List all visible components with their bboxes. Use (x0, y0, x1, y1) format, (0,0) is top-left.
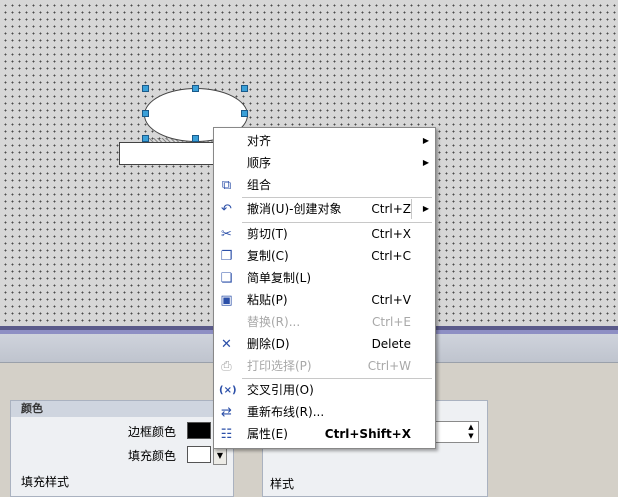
copy-icon: ❐ (220, 249, 233, 264)
color-section-title: 颜色 (11, 401, 243, 417)
rectangle-shape[interactable] (119, 142, 221, 165)
menu-item-cut[interactable]: ✂ 剪切(T) Ctrl+X (214, 223, 435, 245)
menu-item-shortcut: Ctrl+Z (371, 202, 411, 216)
submenu-arrow-icon: ▶ (422, 158, 429, 167)
menu-item-delete[interactable]: ✕ 删除(D) Delete (214, 333, 435, 355)
group-icon: ⧉ (221, 178, 232, 193)
menu-item-print-selection[interactable]: ⎙ 打印选择(P) Ctrl+W (214, 355, 435, 377)
menu-item-label: 粘贴(P) (247, 293, 288, 307)
menu-item-align[interactable]: 对齐 ▶ (214, 130, 435, 152)
scissors-icon: ✂ (221, 227, 232, 242)
rewire-icon: ⇄ (221, 405, 232, 420)
menu-item-label: 剪切(T) (247, 227, 288, 241)
menu-item-label: 顺序 (247, 156, 272, 170)
menu-item-undo[interactable]: ↶ 撤消(U)-创建对象 Ctrl+Z ▶ (214, 198, 435, 220)
properties-icon: ☷ (220, 427, 233, 442)
spin-up-icon[interactable]: ▲ (465, 423, 477, 431)
menu-item-shortcut: Ctrl+Shift+X (324, 427, 411, 441)
paste-icon: ▣ (220, 293, 233, 308)
menu-item-shortcut: Delete (371, 337, 411, 351)
fill-color-label: 填充颜色 (128, 449, 177, 463)
selection-handle[interactable] (192, 85, 199, 92)
selection-handle[interactable] (142, 85, 149, 92)
fill-color-swatch[interactable] (187, 446, 211, 463)
spin-down-icon[interactable]: ▼ (465, 432, 477, 440)
menu-item-replace[interactable]: 替换(R)... Ctrl+E (214, 311, 435, 333)
menu-item-shortcut: Ctrl+X (371, 227, 411, 241)
context-menu: 对齐 ▶ 顺序 ▶ ⧉ 组合 ↶ 撤消(U)-创建对象 Ctrl+Z ▶ ✂ 剪… (213, 127, 436, 449)
style-label: 样式 (270, 477, 295, 491)
menu-item-group[interactable]: ⧉ 组合 (214, 174, 435, 196)
selection-handle[interactable] (192, 135, 199, 142)
menu-item-paste[interactable]: ▣ 粘贴(P) Ctrl+V (214, 289, 435, 311)
delete-icon: ✕ (221, 337, 232, 352)
menu-item-label: 属性(E) (247, 427, 288, 441)
cross-reference-icon: (×) (219, 385, 237, 396)
menu-item-rewire[interactable]: ⇄ 重新布线(R)... (214, 401, 435, 423)
selection-handle[interactable] (241, 85, 248, 92)
menu-item-shortcut: Ctrl+W (367, 359, 411, 373)
menu-item-label: 组合 (247, 178, 272, 192)
border-color-swatch[interactable] (187, 422, 211, 439)
menu-item-order[interactable]: 顺序 ▶ (214, 152, 435, 174)
menu-item-simple-copy[interactable]: ❏ 简单复制(L) (214, 267, 435, 289)
border-color-label: 边框颜色 (128, 425, 177, 439)
submenu-arrow-icon: ▶ (422, 204, 429, 213)
menu-item-shortcut: Ctrl+E (372, 315, 411, 329)
menu-item-label: 复制(C) (247, 249, 289, 263)
fill-style-label: 填充样式 (21, 475, 70, 489)
menu-item-label: 交叉引用(O) (247, 383, 314, 397)
menu-item-label: 打印选择(P) (247, 359, 312, 373)
menu-item-label: 替换(R)... (247, 315, 301, 329)
menu-item-copy[interactable]: ❐ 复制(C) Ctrl+C (214, 245, 435, 267)
selection-handle[interactable] (241, 110, 248, 117)
selection-handle[interactable] (142, 135, 149, 142)
submenu-arrow-icon: ▶ (422, 136, 429, 145)
numeric-spin-field[interactable]: ▲ ▼ (435, 421, 479, 443)
menu-item-label: 对齐 (247, 134, 272, 148)
selection-handle[interactable] (142, 110, 149, 117)
print-icon: ⎙ (221, 359, 232, 374)
menu-vertical-separator (411, 199, 412, 219)
menu-item-shortcut: Ctrl+C (371, 249, 411, 263)
menu-item-properties[interactable]: ☷ 属性(E) Ctrl+Shift+X (214, 423, 435, 445)
menu-item-label: 简单复制(L) (247, 271, 312, 285)
menu-item-label: 撤消(U)-创建对象 (247, 202, 342, 216)
undo-icon: ↶ (221, 202, 232, 217)
menu-item-label: 重新布线(R)... (247, 405, 325, 419)
menu-item-label: 删除(D) (247, 337, 290, 351)
simple-copy-icon: ❏ (220, 271, 233, 286)
menu-item-cross-reference[interactable]: (×) 交叉引用(O) (214, 379, 435, 401)
menu-item-shortcut: Ctrl+V (371, 293, 411, 307)
